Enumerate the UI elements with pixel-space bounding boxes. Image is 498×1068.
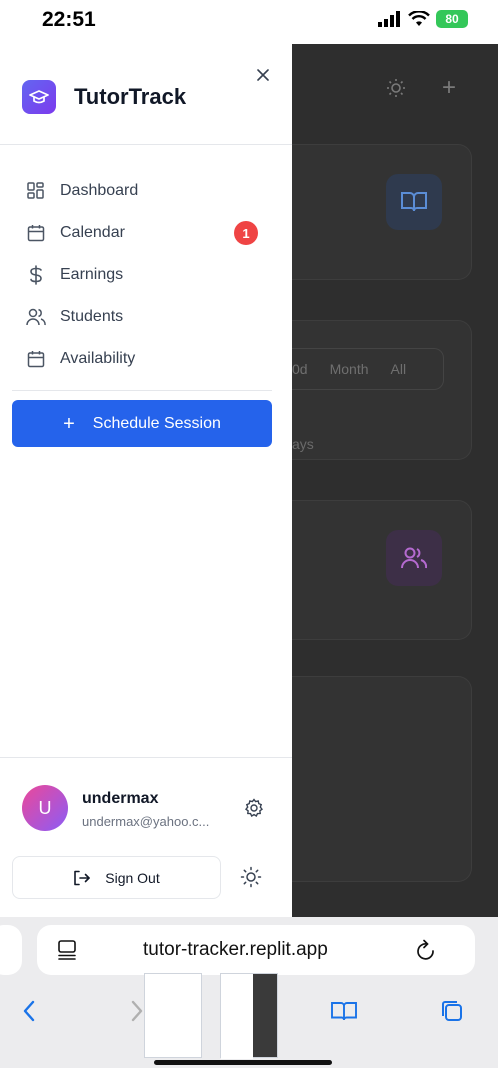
brand[interactable]: TutorTrack (22, 80, 186, 114)
calendar-icon (26, 223, 46, 243)
calendar-icon (26, 349, 46, 369)
bookmarks-icon[interactable] (330, 997, 358, 1025)
brand-logo (22, 80, 56, 114)
brand-name: TutorTrack (74, 84, 187, 109)
sidebar: TutorTrack Dashboard Calendar 1 Earnings… (0, 44, 292, 917)
status-bar: 22:51 80 (0, 0, 498, 44)
home-indicator (154, 1060, 332, 1065)
close-sidebar-button[interactable] (254, 66, 272, 84)
book-tile (386, 174, 442, 230)
plus-icon: + (63, 412, 75, 435)
background-card (292, 144, 472, 280)
grid-icon (26, 181, 46, 201)
dollar-icon (26, 265, 46, 285)
sidebar-nav: Dashboard Calendar 1 Earnings Students A… (0, 170, 292, 380)
page-menu-icon[interactable] (56, 939, 78, 961)
schedule-session-button[interactable]: + Schedule Session (12, 400, 272, 447)
sidebar-item-availability[interactable]: Availability (0, 338, 292, 380)
users-icon (401, 547, 427, 569)
notification-badge: 1 (234, 221, 258, 245)
sidebar-item-label: Availability (60, 350, 136, 367)
sidebar-item-label: Dashboard (60, 182, 139, 199)
students-tile (386, 530, 442, 586)
settings-button[interactable] (244, 798, 264, 818)
close-icon (257, 69, 269, 81)
previous-tab-pill[interactable] (0, 925, 22, 975)
segment-option: All (390, 361, 407, 377)
tabs-icon[interactable] (438, 997, 466, 1025)
sidebar-item-earnings[interactable]: Earnings (0, 254, 292, 296)
background-card (292, 676, 472, 882)
sign-out-label: Sign Out (105, 869, 160, 886)
avatar-initial: U (38, 797, 52, 818)
status-icons: 80 (378, 10, 468, 28)
tab-preview-thumbnail[interactable] (220, 973, 278, 1059)
tab-preview-thumbnail[interactable] (144, 973, 202, 1058)
sidebar-item-label: Calendar (60, 224, 125, 241)
url-text: tutor-tracker.replit.app (143, 939, 328, 960)
divider (12, 390, 272, 391)
browser-bottom-bar: tutor-tracker.replit.app (0, 917, 498, 1068)
battery-level: 80 (445, 12, 459, 26)
background-card (292, 320, 472, 460)
sidebar-item-label: Earnings (60, 266, 124, 283)
status-time: 22:51 (42, 8, 96, 31)
plus-icon: + (442, 74, 457, 101)
cellular-signal-icon (378, 11, 400, 27)
divider (0, 144, 292, 145)
battery-indicator: 80 (436, 10, 468, 28)
period-segment: 0d Month All (292, 348, 444, 390)
users-icon (26, 307, 46, 327)
avatar[interactable]: U (22, 785, 68, 831)
wifi-icon (408, 11, 430, 26)
back-icon[interactable] (16, 997, 44, 1025)
background-card (292, 500, 472, 640)
sidebar-item-calendar[interactable]: Calendar 1 (0, 212, 292, 254)
tab-preview-sidebar (221, 974, 253, 1059)
segment-option: 0d (292, 361, 308, 377)
divider (0, 757, 292, 758)
book-icon (401, 192, 427, 212)
address-bar[interactable]: tutor-tracker.replit.app (37, 925, 475, 975)
sidebar-item-dashboard[interactable]: Dashboard (0, 170, 292, 212)
days-text: ays (292, 436, 314, 452)
user-name: undermax (82, 790, 159, 807)
theme-toggle-button[interactable] (240, 866, 262, 888)
segment-option: Month (329, 361, 369, 377)
sign-out-icon (74, 870, 91, 885)
sidebar-item-label: Students (60, 308, 124, 325)
gear-icon (245, 798, 263, 817)
schedule-session-label: Schedule Session (92, 414, 221, 432)
user-email: undermax@yahoo.c... (82, 814, 210, 829)
graduation-cap-icon (29, 90, 49, 104)
sign-out-button[interactable]: Sign Out (12, 856, 221, 899)
sun-icon (386, 78, 406, 104)
reload-icon[interactable] (415, 938, 437, 962)
sun-icon (240, 866, 262, 888)
sidebar-item-students[interactable]: Students (0, 296, 292, 338)
background-app-overlay[interactable]: + 0d Month All ays (292, 44, 498, 917)
